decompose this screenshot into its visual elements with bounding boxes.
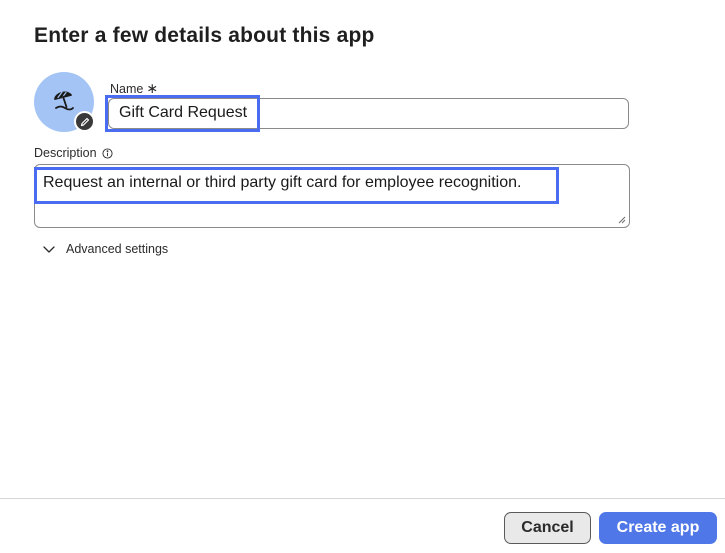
cancel-button[interactable]: Cancel [504,512,591,544]
description-label-text: Description [34,146,97,160]
footer-divider [0,498,725,499]
chevron-down-icon [43,246,55,253]
name-highlight-box [105,95,260,132]
description-highlight-box [34,167,559,204]
edit-icon-button[interactable] [74,111,95,132]
name-label-text: Name [110,82,144,96]
resize-handle-icon[interactable] [618,216,626,224]
description-label: Description [34,146,113,160]
pencil-icon [80,117,90,127]
dialog-title: Enter a few details about this app [34,24,375,47]
create-app-button[interactable]: Create app [599,512,717,544]
info-icon[interactable] [101,147,113,159]
beach-umbrella-icon [54,91,74,111]
create-app-dialog: Enter a few details about this app Name ∗… [0,0,725,553]
advanced-settings-toggle[interactable]: Advanced settings [42,242,168,256]
required-mark: ∗ [146,80,159,96]
advanced-settings-label: Advanced settings [66,242,169,256]
